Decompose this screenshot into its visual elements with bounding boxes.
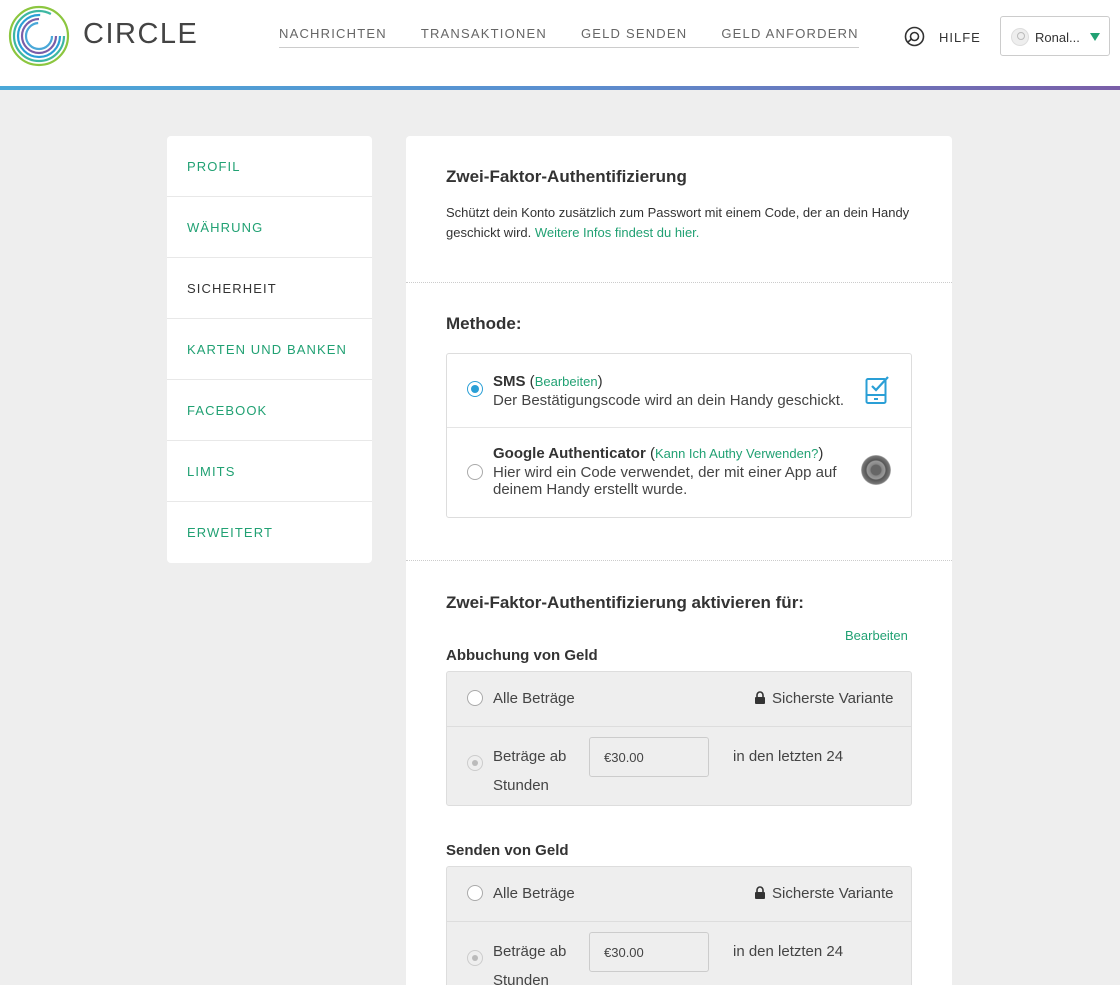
sms-radio[interactable] <box>467 381 483 397</box>
sidebar-item-limits[interactable]: LIMITS <box>167 441 372 502</box>
phone-check-icon <box>865 376 889 404</box>
send-hours-label: Stunden <box>493 972 549 985</box>
circle-logo-icon[interactable] <box>8 5 70 67</box>
help-link[interactable]: HILFE <box>939 30 981 45</box>
withdrawal-safest-label: Sicherste Variante <box>772 690 894 707</box>
withdrawal-all-radio[interactable] <box>467 690 483 706</box>
sidebar-item-karten-und-banken[interactable]: KARTEN UND BANKEN <box>167 319 372 380</box>
nav-geld-senden[interactable]: GELD SENDEN <box>581 26 687 41</box>
send-period-label: in den letzten 24 <box>733 943 844 960</box>
google-auth-subtitle-line2: deinem Handy erstellt wurde. <box>493 481 688 498</box>
send-options: Alle Beträge Sicherste Variante Beträge … <box>446 866 912 985</box>
send-all-amounts-row[interactable]: Alle Beträge Sicherste Variante <box>447 867 911 922</box>
info-link[interactable]: Weitere Infos findest du hier. <box>535 225 700 240</box>
send-label: Senden von Geld <box>446 842 569 859</box>
withdrawal-from-label: Beträge ab <box>493 748 567 765</box>
google-auth-radio[interactable] <box>467 464 483 480</box>
withdrawal-all-label: Alle Beträge <box>493 690 575 707</box>
sidebar-item-profil[interactable]: PROFIL <box>167 136 372 197</box>
two-factor-description: Schützt dein Konto zusätzlich zum Passwo… <box>446 203 916 243</box>
sms-title: SMS (Bearbeiten) <box>493 373 603 390</box>
caret-down-icon <box>1090 33 1100 41</box>
method-option-sms[interactable]: SMS (Bearbeiten) Der Bestätigungscode wi… <box>447 354 911 428</box>
withdrawal-label: Abbuchung von Geld <box>446 647 598 664</box>
withdrawal-period-label: in den letzten 24 <box>733 748 844 765</box>
google-auth-name: Google Authenticator <box>493 445 646 462</box>
two-factor-intro-section: Zwei-Faktor-Authentifizierung Schützt de… <box>406 136 952 283</box>
google-authenticator-icon <box>861 455 891 485</box>
send-from-radio[interactable] <box>467 950 483 966</box>
header-gradient-line <box>0 86 1120 90</box>
nav-nachrichten[interactable]: NACHRICHTEN <box>279 26 387 41</box>
send-safest-label: Sicherste Variante <box>772 885 894 902</box>
nav-geld-anfordern[interactable]: GELD ANFORDERN <box>721 26 858 41</box>
page-title: Zwei-Faktor-Authentifizierung <box>446 167 687 186</box>
method-heading: Methode: <box>446 314 522 333</box>
sidebar-item-erweitert[interactable]: ERWEITERT <box>167 502 372 563</box>
withdrawal-from-radio[interactable] <box>467 755 483 771</box>
send-from-label: Beträge ab <box>493 943 567 960</box>
sidebar-item-waehrung[interactable]: WÄHRUNG <box>167 197 372 258</box>
method-options: SMS (Bearbeiten) Der Bestätigungscode wi… <box>446 353 912 518</box>
nav-transaktionen[interactable]: TRANSAKTIONEN <box>421 26 547 41</box>
withdrawal-all-amounts-row[interactable]: Alle Beträge Sicherste Variante <box>447 672 911 727</box>
sidebar-item-facebook[interactable]: FACEBOOK <box>167 380 372 441</box>
user-menu-button[interactable]: Ronal... <box>1000 16 1110 56</box>
settings-sidebar: PROFIL WÄHRUNG SICHERHEIT KARTEN UND BAN… <box>167 136 372 563</box>
send-amount-input[interactable] <box>589 932 709 972</box>
send-all-radio[interactable] <box>467 885 483 901</box>
google-auth-title: Google Authenticator (Kann Ich Authy Ver… <box>493 445 824 462</box>
withdrawal-amount-input[interactable] <box>589 737 709 777</box>
sms-edit-link[interactable]: Bearbeiten <box>535 374 598 389</box>
help-lifebuoy-icon[interactable] <box>904 26 925 47</box>
authy-link[interactable]: Kann Ich Authy Verwenden? <box>655 446 818 461</box>
activate-heading: Zwei-Faktor-Authentifizierung aktivieren… <box>446 593 804 612</box>
withdrawal-hours-label: Stunden <box>493 777 549 794</box>
send-all-label: Alle Beträge <box>493 885 575 902</box>
withdrawal-options: Alle Beträge Sicherste Variante Beträge … <box>446 671 912 806</box>
user-name: Ronal... <box>1035 30 1080 45</box>
google-auth-subtitle-line1: Hier wird ein Code verwendet, der mit ei… <box>493 464 837 481</box>
avatar <box>1011 28 1029 46</box>
edit-link[interactable]: Bearbeiten <box>845 628 908 643</box>
sms-subtitle: Der Bestätigungscode wird an dein Handy … <box>493 392 845 409</box>
top-nav: NACHRICHTEN TRANSAKTIONEN GELD SENDEN GE… <box>279 26 859 48</box>
top-header: CIRCLE NACHRICHTEN TRANSAKTIONEN GELD SE… <box>0 0 1120 86</box>
sidebar-item-sicherheit[interactable]: SICHERHEIT <box>167 258 372 319</box>
method-option-google-authenticator[interactable]: Google Authenticator (Kann Ich Authy Ver… <box>447 428 911 518</box>
method-section: Methode: SMS (Bearbeiten) Der Bestätigun… <box>406 283 952 561</box>
lock-icon <box>755 886 765 899</box>
sms-name: SMS <box>493 373 526 390</box>
security-panel: Zwei-Faktor-Authentifizierung Schützt de… <box>406 136 952 985</box>
logo-text[interactable]: CIRCLE <box>83 18 198 51</box>
lock-icon <box>755 691 765 704</box>
